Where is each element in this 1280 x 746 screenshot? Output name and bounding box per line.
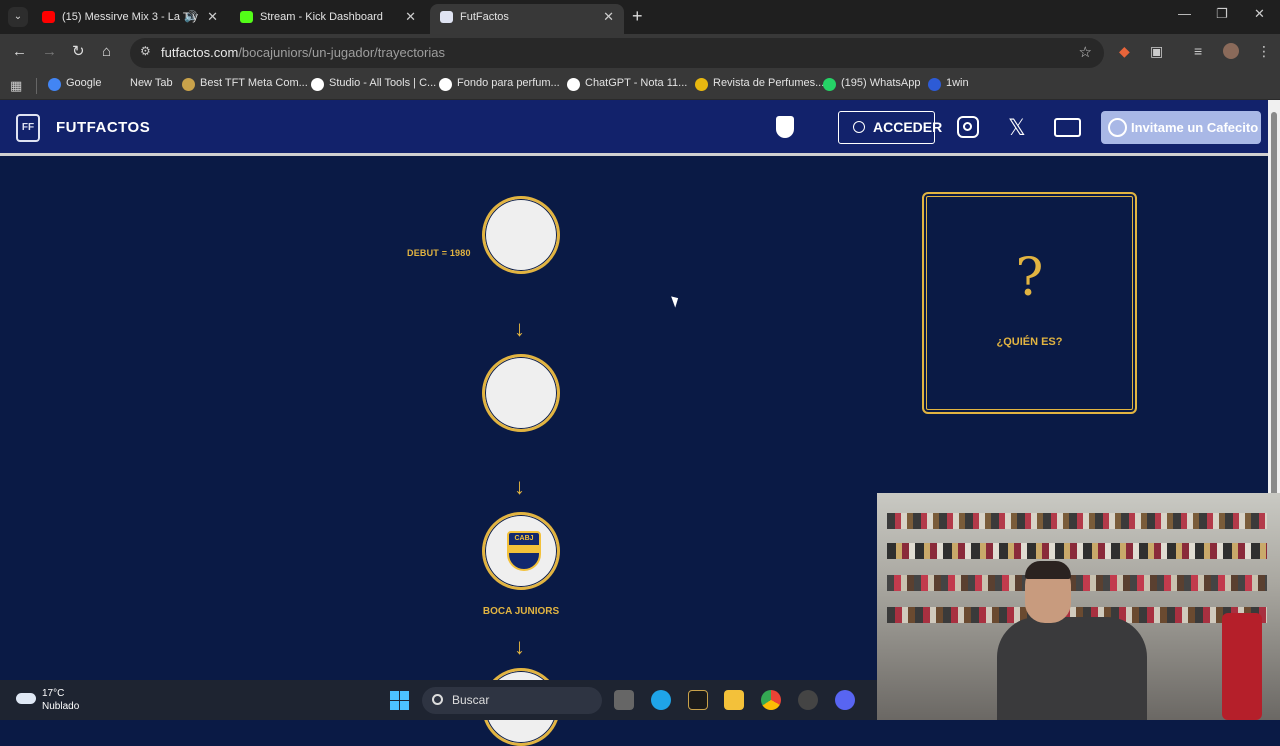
mouse-cursor-icon (671, 294, 681, 308)
shield-icon[interactable] (776, 116, 794, 138)
windows-start-icon[interactable] (390, 691, 409, 710)
user-icon (853, 121, 865, 133)
chatgpt-icon (439, 78, 452, 91)
mail-icon[interactable] (1054, 118, 1081, 137)
extensions-puzzle-icon[interactable]: ▣ (1150, 43, 1163, 60)
restore-icon[interactable]: ❐ (1216, 6, 1228, 22)
kick-icon (240, 11, 253, 23)
perfume-shelf (887, 543, 1267, 559)
search-icon (432, 694, 443, 705)
studio-icon (311, 78, 324, 91)
league-icon[interactable] (688, 690, 708, 710)
futfactos-logo-icon[interactable]: FF (16, 114, 40, 142)
career-step-1[interactable] (482, 196, 560, 274)
edge-icon[interactable] (651, 690, 671, 710)
profile-avatar[interactable] (1223, 43, 1239, 59)
tab-title: (15) Messirve Mix 3 - La T y (62, 11, 198, 23)
url-text[interactable]: futfactos.com/bocajuniors/un-jugador/tra… (161, 45, 445, 60)
bookmark-chatgpt[interactable]: ChatGPT - Nota 11... (567, 77, 687, 91)
bookmark-whatsapp[interactable]: (195) WhatsApp (823, 77, 920, 91)
bookmark-revista[interactable]: Revista de Perfumes... (695, 77, 824, 91)
close-tab-icon[interactable]: ✕ (207, 4, 218, 30)
down-arrow-icon: ↓ (514, 316, 525, 341)
forward-button[interactable]: → (42, 43, 57, 61)
futfactos-icon (440, 11, 453, 23)
bookmark-google[interactable]: Google (48, 77, 101, 91)
down-arrow-icon: ↓ (514, 474, 525, 499)
1win-icon (928, 78, 941, 91)
perfume-shelf (887, 513, 1267, 529)
tft-icon (182, 78, 195, 91)
chrome-icon[interactable] (761, 690, 781, 710)
media-control-icon[interactable]: ≡ (1194, 43, 1202, 59)
question-mark-icon: ? (1015, 248, 1044, 308)
login-button[interactable]: ACCEDER (838, 111, 942, 144)
tab-title: FutFactos (460, 11, 509, 23)
back-button[interactable]: ← (12, 43, 27, 61)
guess-player-card[interactable]: ? ¿QUIÉN ES? (922, 192, 1137, 414)
tab-youtube[interactable]: (15) Messirve Mix 3 - La T y 🔊 ✕ (32, 4, 228, 34)
bookmark-new-tab[interactable]: New Tab (112, 77, 173, 89)
debut-label: DEBUT = 1980 (407, 248, 471, 258)
site-info-icon[interactable]: ⚙ (140, 44, 151, 58)
close-window-icon[interactable]: ✕ (1254, 6, 1265, 22)
tab-search-button[interactable]: ⌄ (8, 7, 28, 27)
boca-juniors-crest-icon: CABJ (507, 531, 541, 571)
x-twitter-icon[interactable]: 𝕏 (1008, 116, 1026, 140)
down-arrow-icon: ↓ (514, 634, 525, 659)
club-name: BOCA JUNIORS (482, 606, 560, 617)
task-view-icon[interactable] (614, 690, 634, 710)
obs-icon[interactable] (798, 690, 818, 710)
bookmark-tft[interactable]: Best TFT Meta Com... (182, 77, 308, 91)
bookmark-fondo[interactable]: Fondo para perfum... (439, 77, 560, 91)
close-tab-icon[interactable]: ✕ (603, 4, 614, 30)
minimize-icon[interactable]: — (1178, 6, 1191, 21)
discord-icon[interactable] (835, 690, 855, 710)
tab-strip: ⌄ (15) Messirve Mix 3 - La T y 🔊 ✕ Strea… (0, 0, 1280, 34)
menu-kebab-icon[interactable]: ⋮ (1257, 43, 1271, 60)
speaker-icon[interactable]: 🔊 (184, 4, 198, 30)
bookmark-1win[interactable]: 1win (928, 77, 969, 91)
donate-button[interactable]: Invitame un Cafecito (1101, 111, 1261, 144)
career-step-2[interactable] (482, 354, 560, 432)
apps-grid-icon[interactable]: ▦ (10, 78, 22, 94)
divider (36, 78, 37, 94)
streamer (997, 561, 1147, 720)
tab-title: Stream - Kick Dashboard (260, 11, 383, 23)
cafecito-icon (1108, 118, 1127, 137)
reload-button[interactable]: ↻ (72, 43, 85, 61)
close-tab-icon[interactable]: ✕ (405, 4, 416, 30)
site-header: FF FUTFACTOS ACCEDER 𝕏 Invitame un Cafec… (0, 100, 1268, 156)
taskbar-search[interactable]: Buscar (422, 687, 602, 714)
windows-taskbar: 17°C Nublado Buscar (0, 680, 877, 720)
webcam-overlay (877, 493, 1280, 720)
new-tab-button[interactable]: + (632, 6, 643, 26)
instagram-icon[interactable] (957, 116, 979, 138)
career-step-3[interactable]: CABJ (482, 512, 560, 590)
bookmark-studio[interactable]: Studio - All Tools | C... (311, 77, 436, 91)
google-icon (48, 78, 61, 91)
whatsapp-icon (823, 78, 836, 91)
file-explorer-icon[interactable] (724, 690, 744, 710)
bookmarks-bar: ▦ Google New Tab Best TFT Meta Com... St… (0, 72, 1280, 100)
tab-futfactos[interactable]: FutFactos ✕ (430, 4, 624, 34)
red-lamp (1222, 613, 1262, 720)
extension-icon[interactable]: ◆ (1119, 43, 1130, 60)
youtube-icon (42, 11, 55, 23)
address-bar[interactable]: ⚙ futfactos.com/bocajuniors/un-jugador/t… (130, 38, 1104, 68)
who-is-label: ¿QUIÉN ES? (996, 336, 1063, 348)
tab-kick[interactable]: Stream - Kick Dashboard ✕ (230, 4, 426, 34)
site-logo-text[interactable]: FUTFACTOS (56, 119, 150, 136)
home-button[interactable]: ⌂ (102, 43, 111, 61)
revista-icon (695, 78, 708, 91)
cloud-icon (16, 693, 36, 704)
chatgpt-icon (567, 78, 580, 91)
bookmark-star-icon[interactable]: ☆ (1079, 43, 1092, 61)
browser-toolbar: ← → ↻ ⌂ ⚙ futfactos.com/bocajuniors/un-j… (0, 34, 1280, 72)
